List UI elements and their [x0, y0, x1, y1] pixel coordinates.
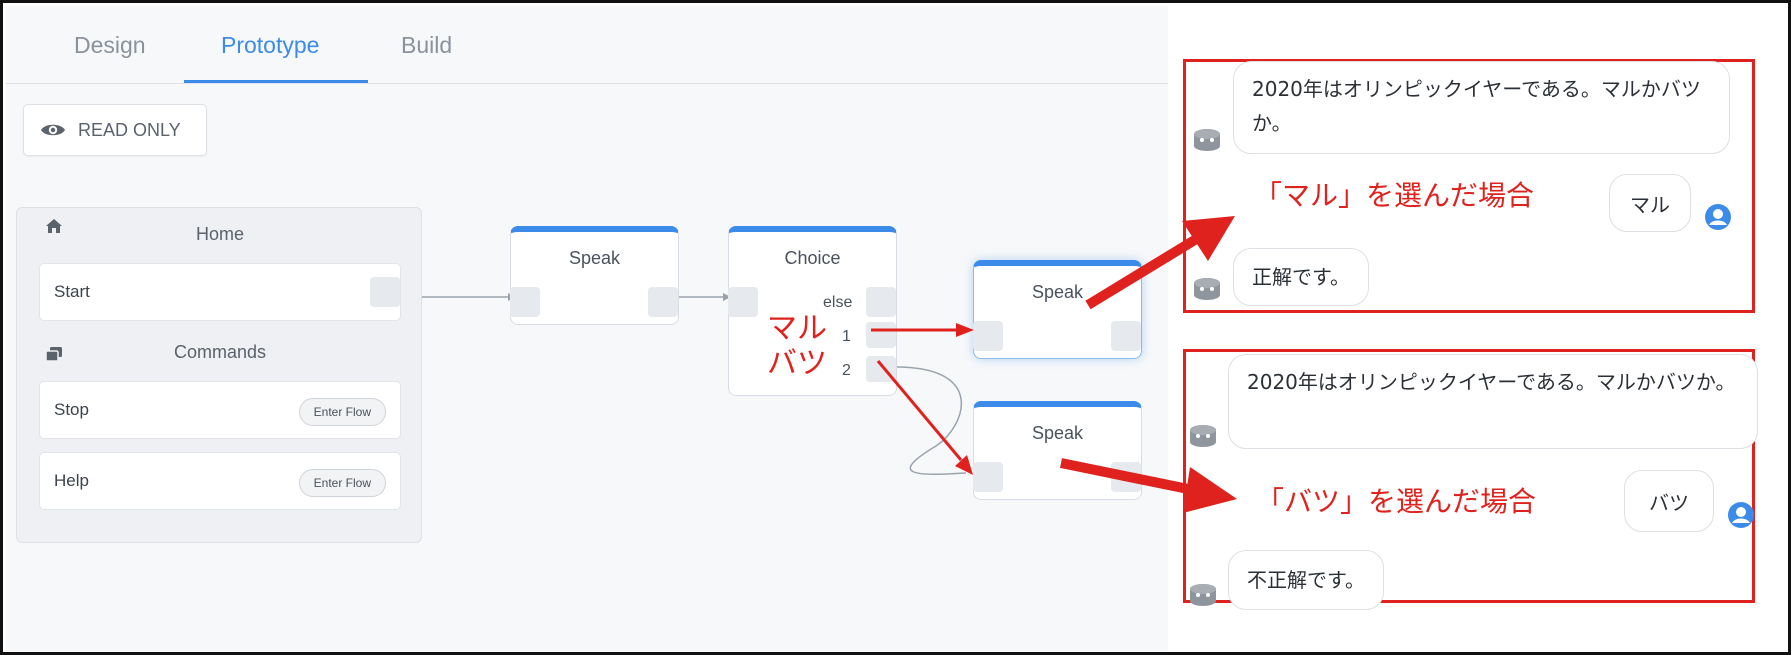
arrow-to-chat-batsu: [1059, 458, 1195, 495]
annotation-arrows: [871, 216, 1237, 513]
arrowhead: [1183, 467, 1237, 513]
arrow-to-chat-maru: [1085, 233, 1201, 310]
arrowhead: [956, 323, 974, 337]
screenshot-frame: Design Prototype Build READ ONLY Home St…: [0, 0, 1791, 655]
arrow-batsu-to-speak: [876, 360, 963, 461]
